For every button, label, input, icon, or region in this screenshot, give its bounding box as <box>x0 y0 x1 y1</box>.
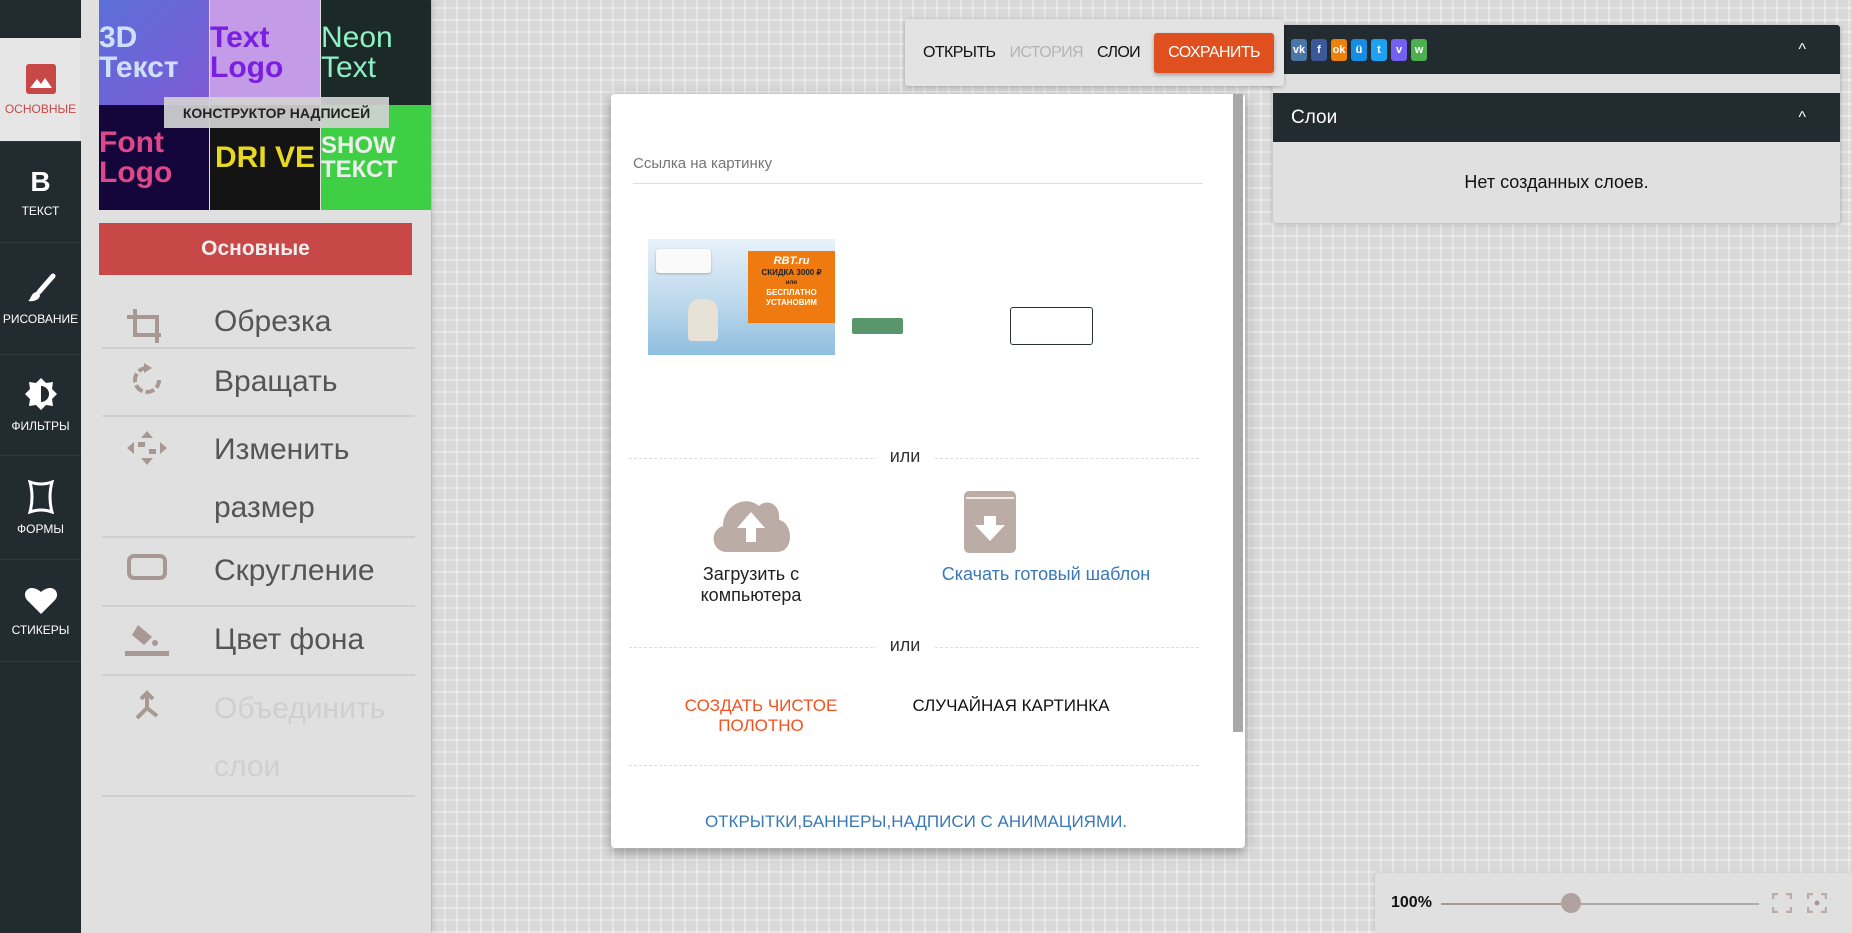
nav-label: ФОРМЫ <box>17 521 64 536</box>
social-share-bar: vk f ok ü t v w <box>1291 38 1431 61</box>
open-button[interactable]: ОТКРЫТЬ <box>923 44 996 62</box>
animations-link[interactable]: ОТКРЫТКИ,БАННЕРЫ,НАДПИСИ С АНИМАЦИЯМИ. <box>611 812 1221 832</box>
text-b-icon: B <box>30 166 51 197</box>
upload-from-computer-link[interactable]: Загрузить с компьютера <box>651 564 851 606</box>
zoom-slider-thumb[interactable] <box>1561 893 1582 913</box>
or-divider: или <box>611 635 1181 656</box>
open-image-dialog: RBT.ru СКИДКА 3000 ₽ или БЕСПЛАТНО УСТАН… <box>611 94 1245 848</box>
nav-label: СТИКЕРЫ <box>11 622 70 637</box>
or-divider: или <box>611 446 1181 467</box>
right-panel: vk f ok ü t v w ^ Слои ^ Нет созданных с… <box>1273 25 1840 223</box>
whatsapp-icon[interactable]: w <box>1411 38 1427 61</box>
moimir-icon[interactable]: ü <box>1351 38 1367 61</box>
nav-label: ТЕКСТ <box>21 204 60 218</box>
heart-icon <box>24 587 57 614</box>
rotate-icon <box>102 349 192 397</box>
history-button[interactable]: ИСТОРИЯ <box>1009 44 1083 62</box>
shape-icon <box>27 479 54 514</box>
vk-icon[interactable]: vk <box>1291 38 1307 61</box>
chevron-up-icon[interactable]: ^ <box>1798 109 1806 127</box>
menu-item-crop[interactable]: Обрезка <box>102 295 415 349</box>
layers-header[interactable]: Слои ^ <box>1273 93 1840 142</box>
nav-label: РИСОВАНИЕ <box>2 311 79 326</box>
zoom-bar: 100% <box>1375 873 1852 933</box>
recent-image-thumbnail[interactable]: RBT.ru СКИДКА 3000 ₽ или БЕСПЛАТНО УСТАН… <box>648 239 835 355</box>
viber-icon[interactable]: v <box>1391 38 1407 61</box>
top-toolbar: ОТКРЫТЬ ИСТОРИЯ СЛОИ СОХРАНИТЬ <box>905 19 1284 86</box>
polar-bear-image <box>688 299 718 341</box>
create-blank-canvas-button[interactable]: СОЗДАТЬ ЧИСТОЕ ПОЛОТНО <box>641 696 881 736</box>
image-icon <box>25 63 56 94</box>
cloud-upload-icon[interactable] <box>709 494 793 554</box>
chevron-up-icon[interactable]: ^ <box>1798 41 1806 59</box>
merge-icon <box>102 676 192 724</box>
menu-item-resize[interactable]: Изменить размер <box>102 417 415 538</box>
fit-screen-icon[interactable] <box>1807 893 1827 913</box>
nav-item-text[interactable]: B ТЕКСТ <box>0 142 81 243</box>
menu-item-merge-layers[interactable]: Объединить слои <box>102 676 415 797</box>
image-url-input[interactable] <box>633 144 1203 184</box>
download-template-link[interactable]: Скачать готовый шаблон <box>881 564 1211 585</box>
text-constructor-label[interactable]: КОНСТРУКТОР НАДПИСЕЙ <box>164 97 389 128</box>
nav-item-drawing[interactable]: РИСОВАНИЕ <box>0 243 81 355</box>
promo-banner: RBT.ru СКИДКА 3000 ₽ или БЕСПЛАТНО УСТАН… <box>748 251 835 323</box>
empty-input-box[interactable] <box>1010 307 1093 345</box>
nav-item-basic[interactable]: ОСНОВНЫЕ <box>0 38 81 142</box>
nav-item-filters[interactable]: ФИЛЬТРЫ <box>0 355 81 456</box>
zoom-slider[interactable] <box>1441 893 1759 913</box>
nav-label: ОСНОВНЫЕ <box>4 101 77 116</box>
nav-item-shapes[interactable]: ФОРМЫ <box>0 456 81 560</box>
section-basic-button[interactable]: Основные <box>99 223 412 275</box>
archive-download-icon[interactable] <box>964 491 1016 553</box>
menu-item-rounding[interactable]: Скругление <box>102 538 415 607</box>
zoom-level: 100% <box>1391 894 1432 911</box>
layers-title: Слои <box>1291 106 1338 128</box>
brush-icon <box>27 273 55 301</box>
paint-bucket-icon <box>102 607 192 657</box>
nav-label: ФИЛЬТРЫ <box>11 419 70 433</box>
load-progress-bar <box>852 318 903 334</box>
air-conditioner-image <box>656 249 711 273</box>
template-thumb-neon[interactable]: Neon Text <box>321 0 431 105</box>
template-thumb-text-logo[interactable]: Text Logo <box>210 0 320 105</box>
menu-item-rotate[interactable]: Вращать <box>102 349 415 417</box>
save-button[interactable]: СОХРАНИТЬ <box>1154 32 1274 73</box>
dialog-scrollbar[interactable] <box>1233 94 1243 732</box>
nav-item-stickers[interactable]: СТИКЕРЫ <box>0 560 81 662</box>
layers-button[interactable]: СЛОИ <box>1097 44 1141 62</box>
zoom-slider-fill <box>1441 903 1572 905</box>
rounded-rect-icon <box>102 538 192 582</box>
filter-icon <box>24 378 57 410</box>
crop-icon <box>102 295 192 343</box>
template-thumb-3d-text[interactable]: 3D Текст <box>99 0 209 105</box>
main-nav: ОСНОВНЫЕ B ТЕКСТ РИСОВАНИЕ ФИЛЬТРЫ ФОРМЫ… <box>0 0 81 933</box>
twitter-icon[interactable]: t <box>1371 38 1387 61</box>
menu-item-background-color[interactable]: Цвет фона <box>102 607 415 676</box>
odnoklassniki-icon[interactable]: ok <box>1331 38 1347 61</box>
facebook-icon[interactable]: f <box>1311 38 1327 61</box>
share-header: vk f ok ü t v w ^ <box>1273 25 1840 74</box>
resize-icon <box>102 417 192 465</box>
random-image-button[interactable]: СЛУЧАЙНАЯ КАРТИНКА <box>901 696 1121 716</box>
layers-empty-text: Нет созданных слоев. <box>1464 172 1649 192</box>
fullscreen-icon[interactable] <box>1772 893 1792 913</box>
